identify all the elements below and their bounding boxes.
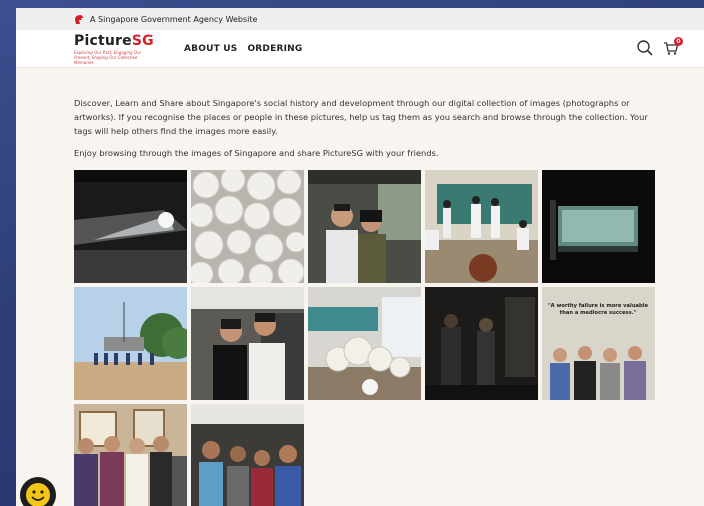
browser-page: A Singapore Government Agency Website Pi… xyxy=(16,8,704,506)
enjoy-paragraph: Enjoy browsing through the images of Sin… xyxy=(74,148,439,158)
thumbnail-couple-exhibition[interactable] xyxy=(308,170,421,283)
thumbnail-light-beam[interactable] xyxy=(74,170,187,283)
cart-icon[interactable]: 0 xyxy=(662,37,683,57)
logo-tagline: Exploring Our Past, Engaging Our Present… xyxy=(74,49,142,65)
svg-text:"A worthy failure is more valu: "A worthy failure is more valuable xyxy=(548,303,649,309)
search-icon[interactable] xyxy=(636,39,654,57)
thumbnail-group-quote[interactable]: "A worthy failure is more valuable than … xyxy=(542,287,655,400)
cart-count-badge: 0 xyxy=(674,37,683,46)
thumbnail-family-group[interactable] xyxy=(74,404,187,506)
picturesg-logo[interactable]: PictureSG Exploring Our Past, Engaging O… xyxy=(74,32,164,65)
svg-text:than a mediocre success.": than a mediocre success." xyxy=(560,310,637,316)
smiley-chat-icon[interactable] xyxy=(20,477,56,506)
thumbnail-couple-gallery[interactable] xyxy=(191,287,304,400)
nav-ordering[interactable]: ORDERING xyxy=(247,44,302,54)
lion-head-icon xyxy=(74,14,84,25)
gov-agency-bar: A Singapore Government Agency Website xyxy=(16,8,704,30)
thumbnail-friends-group[interactable] xyxy=(191,404,304,506)
main-nav: ABOUT US ORDERING xyxy=(184,44,302,54)
thumbnail-classroom-performance[interactable] xyxy=(425,170,538,283)
thumbnail-glowing-display[interactable] xyxy=(542,170,655,283)
thumbnail-dark-gallery[interactable] xyxy=(425,287,538,400)
main-content: Discover, Learn and Share about Singapor… xyxy=(16,68,704,506)
logo-text: PictureSG xyxy=(74,32,154,49)
header-icons: 0 xyxy=(636,37,683,57)
thumbnail-classroom-sculptures[interactable] xyxy=(308,287,421,400)
nav-about-us[interactable]: ABOUT US xyxy=(184,44,237,54)
image-grid: "A worthy failure is more valuable than … xyxy=(74,170,674,506)
intro-paragraph: Discover, Learn and Share about Singapor… xyxy=(74,98,648,136)
thumbnail-outdoor-field[interactable] xyxy=(74,287,187,400)
thumbnail-white-flowers[interactable] xyxy=(191,170,304,283)
site-header: PictureSG Exploring Our Past, Engaging O… xyxy=(16,30,704,68)
gov-agency-text: A Singapore Government Agency Website xyxy=(90,14,258,24)
